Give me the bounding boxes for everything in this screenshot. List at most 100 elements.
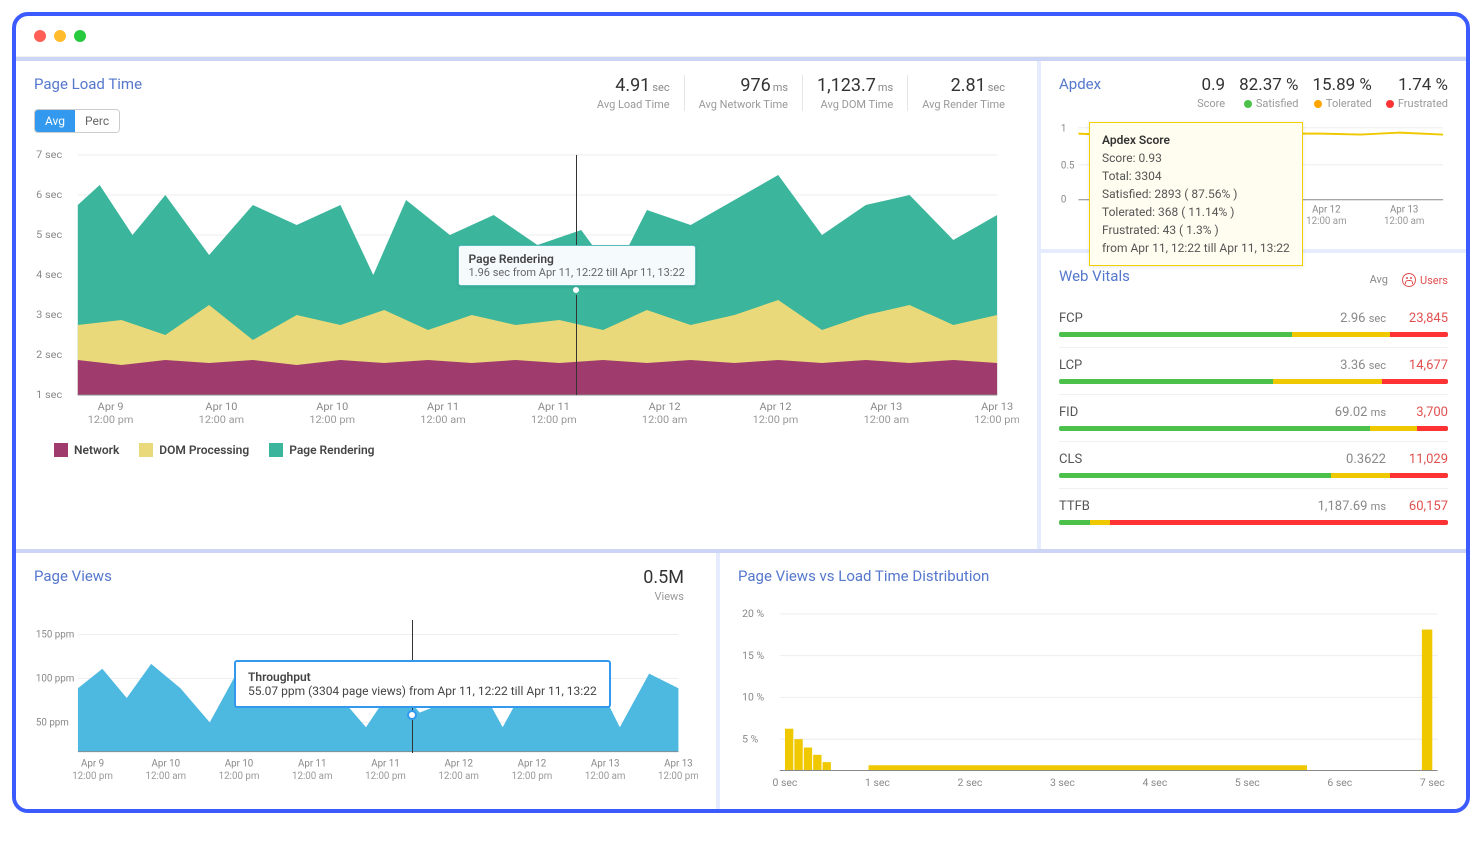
svg-text:5 sec: 5 sec xyxy=(1235,776,1260,789)
toggle-perc-button[interactable]: Perc xyxy=(75,110,119,132)
svg-text:12:00 am: 12:00 am xyxy=(1306,216,1346,227)
frown-icon xyxy=(1402,273,1416,287)
svg-text:12:00 am: 12:00 am xyxy=(199,413,244,425)
distribution-chart[interactable]: 0 sec1 sec2 sec3 sec4 sec5 sec6 sec7 sec… xyxy=(738,593,1448,793)
svg-text:12:00 pm: 12:00 pm xyxy=(753,413,799,425)
svg-text:12:00 pm: 12:00 pm xyxy=(512,771,553,782)
wv-row-CLS[interactable]: CLS0.362211,029 xyxy=(1059,442,1448,489)
svg-text:6 sec: 6 sec xyxy=(1327,776,1352,789)
page-load-chart[interactable]: Apr 912:00 pmApr 1012:00 amApr 1012:00 p… xyxy=(34,145,1019,435)
svg-text:12:00 pm: 12:00 pm xyxy=(365,771,406,782)
svg-text:0.5: 0.5 xyxy=(1061,161,1075,172)
svg-text:2 sec: 2 sec xyxy=(958,776,983,789)
window-titlebar xyxy=(16,16,1466,57)
page-views-chart[interactable]: Apr 9 12:00 pm Apr 10 12:00 am Apr 10 12:00 p… xyxy=(34,615,698,795)
svg-text:1 sec: 1 sec xyxy=(865,776,890,789)
svg-text:100 ppm: 100 ppm xyxy=(36,673,74,684)
svg-text:Apr 12: Apr 12 xyxy=(518,758,547,769)
wv-row-FCP[interactable]: FCP2.96 sec23,845 xyxy=(1059,301,1448,348)
svg-text:12:00 pm: 12:00 pm xyxy=(72,771,113,782)
minimize-icon[interactable] xyxy=(54,30,66,42)
svg-text:Apr 9: Apr 9 xyxy=(81,758,104,769)
svg-text:4 sec: 4 sec xyxy=(36,268,63,280)
svg-text:Apr 11: Apr 11 xyxy=(538,400,570,412)
svg-text:3 sec: 3 sec xyxy=(1050,776,1075,789)
svg-text:12:00 pm: 12:00 pm xyxy=(88,413,134,425)
svg-text:50 ppm: 50 ppm xyxy=(36,717,69,728)
page-views-panel: Page Views 0.5M Views Apr 912:00 pmApr 1… xyxy=(16,553,716,809)
svg-text:12:00 pm: 12:00 pm xyxy=(531,413,577,425)
svg-text:12:00 am: 12:00 am xyxy=(438,771,479,782)
svg-text:Apr 12: Apr 12 xyxy=(759,400,791,412)
svg-text:Apr 10: Apr 10 xyxy=(316,400,348,412)
svg-text:2 sec: 2 sec xyxy=(36,348,63,360)
avg-perc-toggle: Avg Perc xyxy=(34,109,120,133)
svg-text:Apr 11: Apr 11 xyxy=(371,758,400,769)
distribution-title: Page Views vs Load Time Distribution xyxy=(738,567,1448,585)
svg-text:12:00 am: 12:00 am xyxy=(1384,216,1424,227)
web-vitals-title: Web Vitals xyxy=(1059,267,1130,285)
distribution-panel: Page Views vs Load Time Distribution 0 s… xyxy=(720,553,1466,809)
svg-text:Apr 10: Apr 10 xyxy=(152,758,181,769)
web-vitals-panel: Web Vitals Avg Users FCP2.96 sec23,845LC… xyxy=(1041,253,1466,549)
svg-text:15 %: 15 % xyxy=(742,649,764,662)
svg-text:Apr 13: Apr 13 xyxy=(1390,204,1418,215)
close-icon[interactable] xyxy=(34,30,46,42)
svg-text:Apr 12: Apr 12 xyxy=(444,758,473,769)
svg-text:Apr 11: Apr 11 xyxy=(427,400,459,412)
svg-text:12:00 pm: 12:00 pm xyxy=(219,771,260,782)
svg-text:5 %: 5 % xyxy=(742,732,758,745)
svg-text:12:00 pm: 12:00 pm xyxy=(974,413,1019,425)
apdex-panel: Apdex 0.9Score82.37 %Satisfied15.89 %Tol… xyxy=(1041,61,1466,249)
wv-col-users: Users xyxy=(1402,273,1448,287)
svg-text:12:00 am: 12:00 am xyxy=(292,771,333,782)
svg-text:12:00 pm: 12:00 pm xyxy=(658,771,698,782)
svg-text:Apr 12: Apr 12 xyxy=(1312,204,1341,215)
svg-text:12:00 am: 12:00 am xyxy=(146,771,187,782)
svg-text:12:00 am: 12:00 am xyxy=(420,413,465,425)
svg-text:150 ppm: 150 ppm xyxy=(36,629,74,640)
svg-text:4 sec: 4 sec xyxy=(1142,776,1167,789)
apdex-chart[interactable]: 1 0.5 0 Apr 1212:00 am Apr 1312:00 am Ap… xyxy=(1059,120,1448,235)
svg-text:12:00 am: 12:00 am xyxy=(864,413,909,425)
wv-row-LCP[interactable]: LCP3.36 sec14,677 xyxy=(1059,348,1448,395)
wv-row-FID[interactable]: FID69.02 ms3,700 xyxy=(1059,395,1448,442)
page-views-title: Page Views xyxy=(34,567,112,585)
svg-text:5 sec: 5 sec xyxy=(36,228,63,240)
svg-text:Apr 10: Apr 10 xyxy=(225,758,254,769)
svg-text:Apr 10: Apr 10 xyxy=(205,400,237,412)
svg-text:Apr 13: Apr 13 xyxy=(870,400,902,412)
page-load-legend: Network DOM Processing Page Rendering xyxy=(34,443,1019,457)
svg-text:Apr 13: Apr 13 xyxy=(981,400,1013,412)
svg-text:Apr 11: Apr 11 xyxy=(298,758,327,769)
wv-row-TTFB[interactable]: TTFB1,187.69 ms60,157 xyxy=(1059,489,1448,535)
page-load-title: Page Load Time xyxy=(34,75,142,93)
svg-text:0: 0 xyxy=(1061,195,1066,206)
page-load-panel: Page Load Time Avg Perc 4.91secAvg Load … xyxy=(16,61,1037,549)
svg-text:1: 1 xyxy=(1061,124,1066,135)
svg-text:Apr 13: Apr 13 xyxy=(591,758,620,769)
apdex-tooltip: Apdex Score Score: 0.93Total: 3304Satisf… xyxy=(1089,122,1303,266)
page-load-stats: 4.91secAvg Load Time976msAvg Network Tim… xyxy=(583,75,1019,111)
svg-text:6 sec: 6 sec xyxy=(36,188,63,200)
svg-text:1 sec: 1 sec xyxy=(36,388,63,400)
svg-text:Apr 12: Apr 12 xyxy=(649,400,681,412)
page-load-tooltip: Page Rendering 1.96 sec from Apr 11, 12:… xyxy=(458,245,696,286)
svg-text:12:00 pm: 12:00 pm xyxy=(309,413,355,425)
svg-text:Apr 13: Apr 13 xyxy=(664,758,693,769)
svg-text:3 sec: 3 sec xyxy=(36,308,63,320)
svg-text:12:00 am: 12:00 am xyxy=(585,771,626,782)
apdex-title: Apdex xyxy=(1059,75,1101,93)
svg-text:7 sec: 7 sec xyxy=(1420,776,1445,789)
svg-text:10 %: 10 % xyxy=(742,691,764,704)
apdex-stats: 0.9Score82.37 %Satisfied15.89 %Tolerated… xyxy=(1197,75,1448,110)
maximize-icon[interactable] xyxy=(74,30,86,42)
svg-text:7 sec: 7 sec xyxy=(36,148,63,160)
svg-text:12:00 am: 12:00 am xyxy=(642,413,687,425)
app-window: Page Load Time Avg Perc 4.91secAvg Load … xyxy=(12,12,1470,813)
wv-col-avg: Avg xyxy=(1370,273,1388,287)
svg-text:20 %: 20 % xyxy=(742,607,764,620)
page-views-tooltip: Throughput 55.07 ppm (3304 page views) f… xyxy=(234,660,611,708)
svg-text:Apr 9: Apr 9 xyxy=(98,400,124,412)
toggle-avg-button[interactable]: Avg xyxy=(35,110,75,132)
